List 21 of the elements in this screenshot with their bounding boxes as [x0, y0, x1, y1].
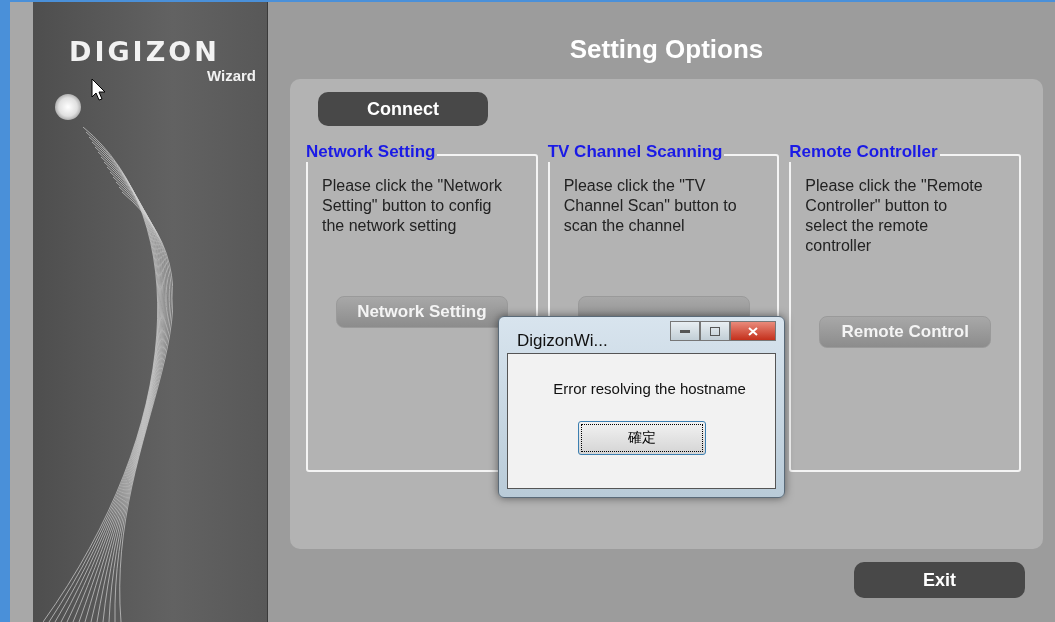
group-description: Please click the "Remote Controller" button to select the remote controller: [805, 176, 984, 256]
close-button[interactable]: [730, 321, 776, 341]
dialog-title: DigizonWi...: [517, 331, 608, 351]
group-heading: TV Channel Scanning: [547, 142, 725, 162]
maximize-button[interactable]: [700, 321, 730, 341]
group-description: Please click the "Network Setting" button to config the network setting: [322, 176, 502, 236]
minimize-button[interactable]: [670, 321, 700, 341]
page-title: Setting Options: [569, 34, 764, 65]
logo-subtitle: Wizard: [207, 67, 257, 84]
close-icon: [748, 326, 758, 336]
glow-spot: [55, 94, 81, 120]
maximize-icon: [710, 326, 720, 336]
error-message: Error resolving the hostname: [553, 380, 746, 397]
cursor-icon: [91, 78, 107, 102]
group-description: Please click the "TV Channel Scan" button to scan the channel: [563, 176, 738, 236]
group-heading: Network Setting: [306, 142, 438, 162]
group-heading: Remote Controller: [789, 142, 940, 162]
logo-text: DIGIZON: [69, 36, 220, 67]
exit-button[interactable]: Exit: [854, 562, 1025, 598]
ok-button[interactable]: 確定: [577, 421, 706, 455]
connect-button[interactable]: Connect: [318, 92, 488, 126]
